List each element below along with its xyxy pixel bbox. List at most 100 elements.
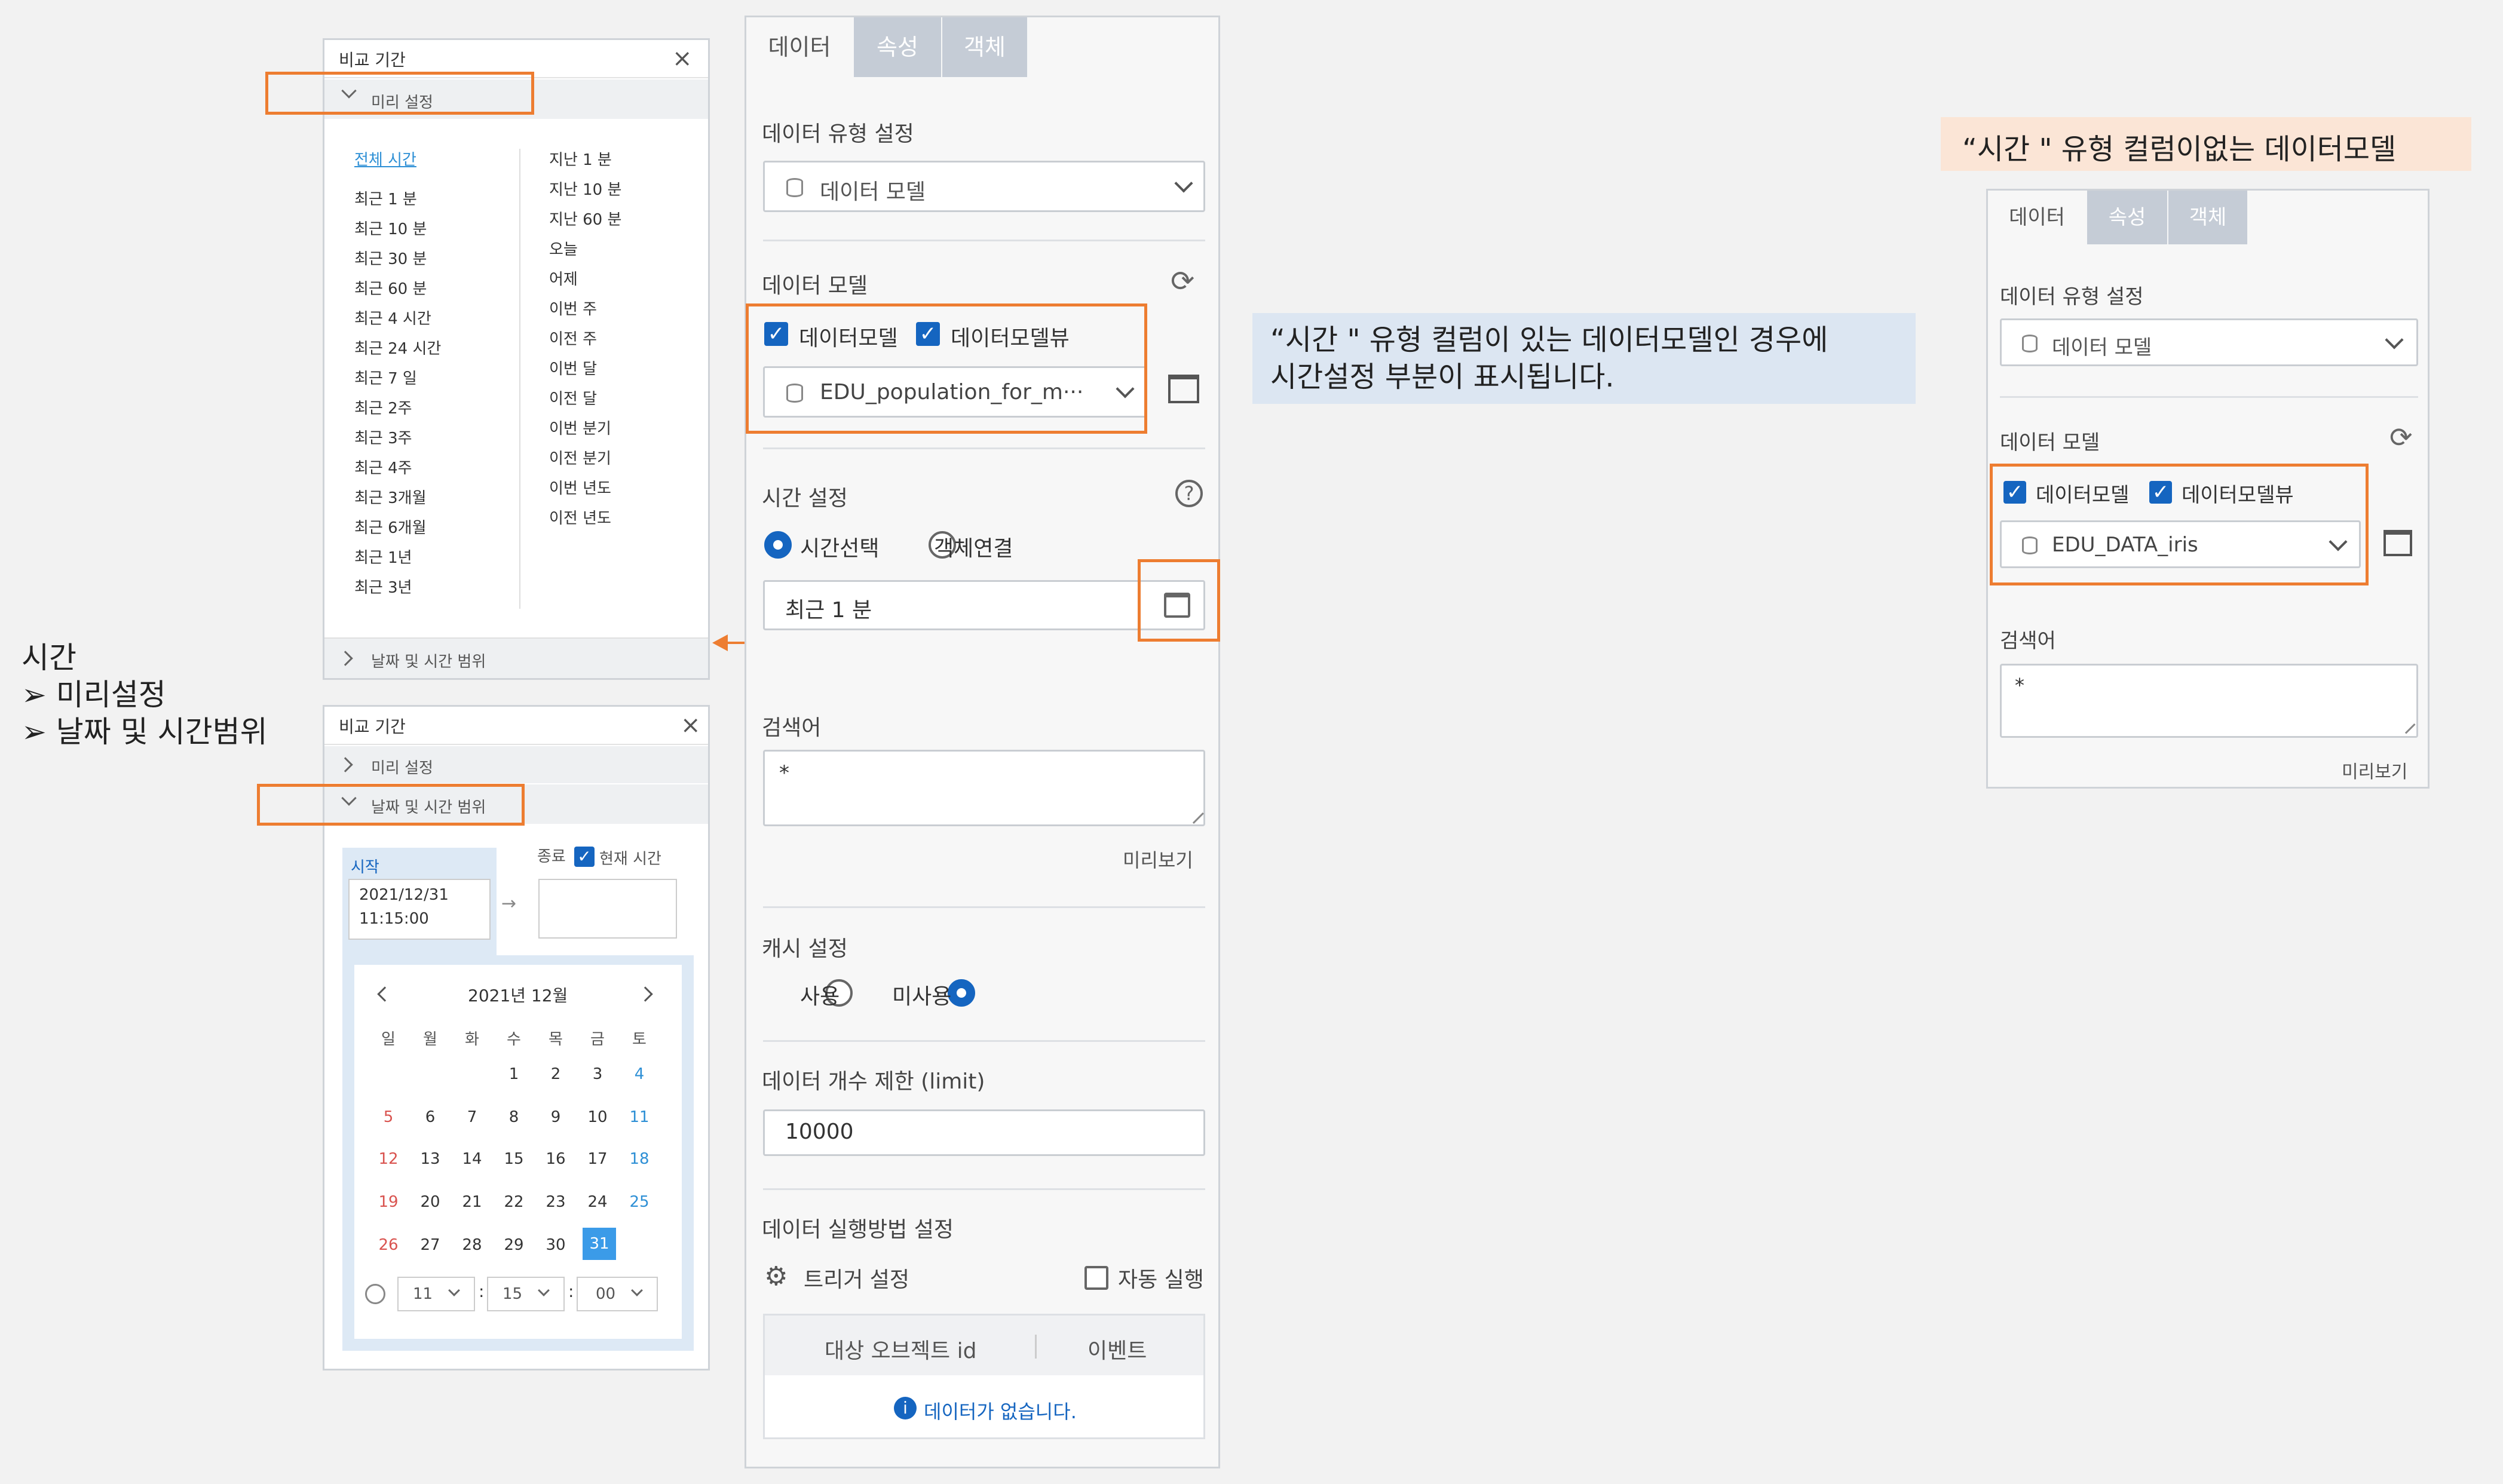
tab-objects[interactable]: 객체: [2168, 191, 2247, 244]
preset-item[interactable]: 최근 6개월: [354, 516, 427, 538]
preset-item[interactable]: 최근 4주: [354, 456, 412, 478]
preview-button[interactable]: 미리보기: [1123, 845, 1193, 873]
empty-message: 데이터가 없습니다.: [924, 1400, 1077, 1423]
calendar-sort-icon[interactable]: [1168, 375, 1199, 403]
preset-item[interactable]: 이전 주: [549, 327, 597, 349]
calendar-day[interactable]: 10: [577, 1108, 618, 1126]
calendar-day[interactable]: 23: [535, 1193, 577, 1211]
preset-item[interactable]: 최근 30 분: [354, 247, 427, 269]
calendar-day[interactable]: 1: [493, 1065, 535, 1083]
cache-nouse-radio[interactable]: [948, 979, 976, 1007]
hour-value: 11: [413, 1285, 433, 1303]
preset-item[interactable]: 지난 10 분: [549, 177, 621, 200]
now-checkbox[interactable]: ✓: [574, 847, 595, 867]
limit-input[interactable]: 10000: [763, 1109, 1205, 1156]
preset-item[interactable]: 최근 4 시간: [354, 306, 431, 329]
preset-item[interactable]: 이번 년도: [549, 476, 611, 498]
preset-item[interactable]: 어제: [549, 267, 578, 289]
preset-item[interactable]: 이번 주: [549, 297, 597, 319]
resize-handle-icon[interactable]: [1184, 804, 1204, 824]
calendar-day[interactable]: 6: [409, 1108, 451, 1126]
refresh-icon[interactable]: ⟳: [2389, 421, 2413, 453]
calendar-day[interactable]: 4: [618, 1065, 660, 1083]
calendar-day[interactable]: 11: [618, 1108, 660, 1126]
start-datetime-field[interactable]: 2021/12/31 11:15:00: [348, 879, 491, 940]
help-icon[interactable]: ?: [1175, 480, 1203, 507]
calendar-day[interactable]: 9: [535, 1108, 577, 1126]
calendar-day[interactable]: 26: [367, 1236, 409, 1254]
calendar-day[interactable]: 8: [493, 1108, 535, 1126]
calendar-day[interactable]: 5: [367, 1108, 409, 1126]
preset-item[interactable]: 최근 3주: [354, 426, 412, 448]
tab-data[interactable]: 데이터: [746, 17, 853, 77]
calendar-sort-icon[interactable]: [2383, 530, 2412, 556]
calendar-day[interactable]: 18: [618, 1150, 660, 1168]
tab-objects[interactable]: 객체: [942, 17, 1027, 77]
preset-item[interactable]: 이번 분기: [549, 416, 611, 439]
weekday: 월: [423, 1031, 437, 1048]
calendar-day[interactable]: 12: [367, 1150, 409, 1168]
preset-item[interactable]: 최근 10 분: [354, 217, 427, 239]
calendar-day[interactable]: 17: [577, 1150, 618, 1168]
preset-item[interactable]: 이전 년도: [549, 506, 611, 528]
prev-month-icon[interactable]: [377, 986, 393, 1002]
time-select-radio[interactable]: [764, 531, 792, 559]
gear-icon[interactable]: ⚙: [764, 1261, 788, 1292]
range-section-header[interactable]: 날짜 및 시간 범위: [324, 637, 708, 678]
close-icon[interactable]: ×: [672, 45, 693, 72]
calendar-day[interactable]: 20: [409, 1193, 451, 1211]
preset-item[interactable]: 최근 2주: [354, 396, 412, 418]
preview-button[interactable]: 미리보기: [2342, 757, 2407, 783]
preset-item[interactable]: 최근 7 일: [354, 366, 417, 388]
calendar-day[interactable]: 25: [618, 1193, 660, 1211]
preset-item[interactable]: 최근 24 시간: [354, 336, 441, 358]
preset-item[interactable]: 최근 1년: [354, 545, 412, 568]
search-textarea[interactable]: *: [2000, 664, 2418, 738]
search-textarea[interactable]: *: [763, 750, 1205, 826]
calendar-day[interactable]: 24: [577, 1193, 618, 1211]
preset-item[interactable]: 최근 3년: [354, 575, 412, 597]
preset-item[interactable]: 전체 시간: [354, 148, 416, 170]
next-month-icon[interactable]: [638, 986, 653, 1002]
calendar-day[interactable]: 15: [493, 1150, 535, 1168]
refresh-icon[interactable]: ⟳: [1171, 265, 1194, 298]
calendar-day[interactable]: 21: [451, 1193, 493, 1211]
preset-item[interactable]: 최근 60 분: [354, 277, 427, 299]
preset-item[interactable]: 오늘: [549, 237, 578, 259]
preset-item[interactable]: 이전 분기: [549, 446, 611, 468]
preset-item[interactable]: 이번 달: [549, 357, 597, 379]
preset-item[interactable]: 지난 1 분: [549, 148, 612, 170]
calendar-day[interactable]: 28: [451, 1236, 493, 1254]
preset-section-header[interactable]: 미리 설정: [324, 746, 708, 783]
preset-item[interactable]: 최근 1 분: [354, 187, 417, 209]
trigger-button[interactable]: 트리거 설정: [804, 1262, 909, 1293]
calendar-day[interactable]: 30: [535, 1236, 577, 1254]
close-icon[interactable]: ×: [681, 712, 701, 739]
calendar-day[interactable]: 16: [535, 1150, 577, 1168]
calendar-day[interactable]: 22: [493, 1193, 535, 1211]
calendar-day[interactable]: 27: [409, 1236, 451, 1254]
auto-run-checkbox[interactable]: [1084, 1266, 1108, 1290]
preset-item[interactable]: 지난 60 분: [549, 207, 621, 229]
tab-properties[interactable]: 속성: [854, 17, 941, 77]
calendar-day[interactable]: 19: [367, 1193, 409, 1211]
calendar-day-selected[interactable]: 31: [583, 1228, 616, 1260]
tab-properties[interactable]: 속성: [2087, 191, 2167, 244]
resize-handle-icon[interactable]: [2397, 715, 2416, 734]
hour-select[interactable]: 11: [397, 1277, 475, 1311]
preset-item[interactable]: 최근 3개월: [354, 486, 427, 508]
calendar-day[interactable]: 3: [577, 1065, 618, 1083]
minute-select[interactable]: 15: [487, 1277, 565, 1311]
calendar-day[interactable]: 2: [535, 1065, 577, 1083]
preset-item[interactable]: 이전 달: [549, 387, 597, 409]
data-type-select[interactable]: 데이터 모델: [2000, 318, 2418, 366]
calendar-day[interactable]: 7: [451, 1108, 493, 1126]
second-select[interactable]: 00: [577, 1277, 658, 1311]
tab-data[interactable]: 데이터: [1988, 191, 2086, 244]
calendar-day[interactable]: 29: [493, 1236, 535, 1254]
divider: [763, 240, 1205, 241]
calendar-day[interactable]: 14: [451, 1150, 493, 1168]
calendar-day[interactable]: 13: [409, 1150, 451, 1168]
end-datetime-field[interactable]: [538, 879, 677, 939]
data-type-select[interactable]: 데이터 모델: [763, 161, 1205, 212]
